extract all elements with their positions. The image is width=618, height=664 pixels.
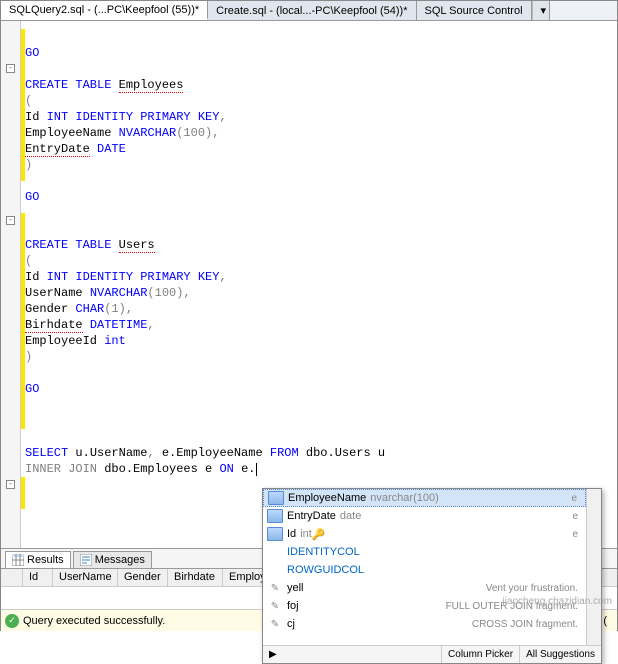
- key-icon: 🔑: [312, 528, 326, 541]
- intellisense-footer: ▶ Column Picker All Suggestions: [263, 645, 601, 663]
- column-picker-button[interactable]: Column Picker: [441, 646, 519, 663]
- column-icon: [268, 491, 284, 505]
- intel-item-id[interactable]: Id int 🔑 e: [263, 525, 586, 543]
- blank-icon: [267, 563, 283, 577]
- success-icon: ✓: [5, 614, 19, 628]
- results-tab-messages[interactable]: Messages: [73, 551, 152, 568]
- grid-icon: [12, 554, 24, 566]
- column-header[interactable]: Id: [23, 569, 53, 586]
- intel-item-rowguidcol[interactable]: ROWGUIDCOL: [263, 561, 586, 579]
- watermark: jiaocheng.chazidian.com: [502, 596, 612, 607]
- row-number-header: [1, 569, 23, 586]
- messages-icon: [80, 554, 92, 566]
- tab-label: SQL Source Control: [425, 5, 523, 17]
- intellisense-scrollbar[interactable]: [586, 489, 601, 645]
- snippet-icon: ✎: [267, 581, 283, 595]
- blank-icon: [267, 545, 283, 559]
- column-header[interactable]: Birhdate: [168, 569, 223, 586]
- tab-source-control[interactable]: SQL Source Control: [417, 1, 532, 20]
- tab-create-sql[interactable]: Create.sql - (local...-PC\Keepfool (54))…: [208, 1, 416, 20]
- status-message: Query executed successfully.: [23, 615, 165, 627]
- tab-overflow[interactable]: ▾: [532, 1, 550, 20]
- snippet-icon: ✎: [267, 617, 283, 631]
- intel-item-yell[interactable]: ✎ yell Vent your frustration.: [263, 579, 586, 597]
- intel-item-entrydate[interactable]: EntryDate date e: [263, 507, 586, 525]
- intellisense-list[interactable]: EmployeeName nvarchar(100) e EntryDate d…: [263, 489, 586, 645]
- intel-item-employeename[interactable]: EmployeeName nvarchar(100) e: [263, 489, 586, 507]
- intel-item-cj[interactable]: ✎ cj CROSS JOIN fragment.: [263, 615, 586, 633]
- intel-next-arrow[interactable]: ▶: [263, 646, 283, 663]
- tab-label: Results: [27, 554, 64, 566]
- all-suggestions-button[interactable]: All Suggestions: [519, 646, 601, 663]
- tab-label: Create.sql - (local...-PC\Keepfool (54))…: [216, 5, 407, 17]
- column-header[interactable]: UserName: [53, 569, 118, 586]
- column-header[interactable]: Gender: [118, 569, 168, 586]
- snippet-icon: ✎: [267, 599, 283, 613]
- tab-label: SQLQuery2.sql - (...PC\Keepfool (55))*: [9, 4, 199, 16]
- code-editor[interactable]: - - - GO CREATE TABLE Employees ( Id INT…: [1, 21, 617, 549]
- results-tab-results[interactable]: Results: [5, 551, 71, 568]
- document-tabs: SQLQuery2.sql - (...PC\Keepfool (55))* C…: [1, 1, 617, 21]
- column-icon: [267, 509, 283, 523]
- tab-label: Messages: [95, 554, 145, 566]
- tab-sqlquery2[interactable]: SQLQuery2.sql - (...PC\Keepfool (55))*: [1, 1, 208, 20]
- intel-item-identitycol[interactable]: IDENTITYCOL: [263, 543, 586, 561]
- column-icon: [267, 527, 283, 541]
- code-body: GO CREATE TABLE Employees ( Id INT IDENT…: [1, 21, 617, 501]
- intellisense-popup: EmployeeName nvarchar(100) e EntryDate d…: [262, 488, 602, 664]
